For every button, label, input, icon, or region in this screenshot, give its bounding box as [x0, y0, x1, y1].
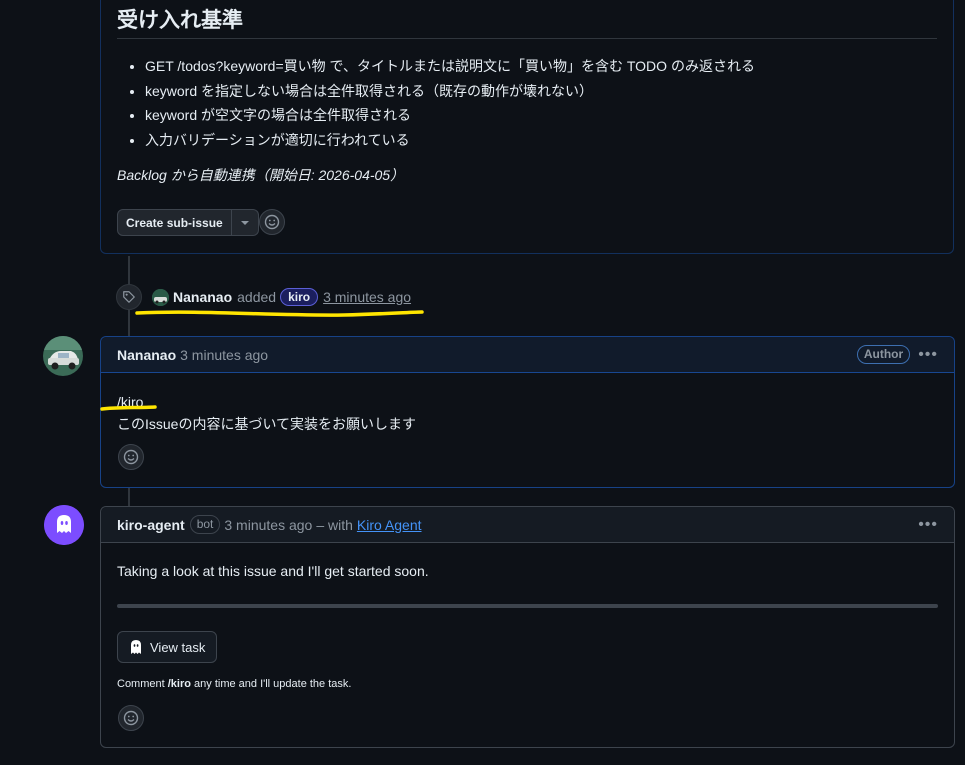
- highlight-stroke: [100, 405, 157, 411]
- kebab-icon[interactable]: •••: [918, 516, 938, 534]
- comment-body: Taking a look at this issue and I'll get…: [117, 563, 429, 579]
- ghost-icon: [44, 505, 84, 545]
- comment-body: このIssueの内容に基づいて実装をお願いします: [117, 416, 417, 432]
- event-action: added: [237, 289, 277, 305]
- backlog-sync-note: Backlog から自動連携（開始日: 2026-04-05）: [117, 167, 405, 183]
- smiley-icon: [264, 214, 280, 230]
- acceptance-criteria-heading: 受け入れ基準: [117, 9, 243, 32]
- timeline-connector: [128, 256, 130, 286]
- comment-timestamp[interactable]: 3 minutes ago: [180, 347, 268, 363]
- note-prefix: Comment: [117, 678, 168, 690]
- list-item: 入力バリデーションが適切に行われている: [145, 128, 755, 153]
- highlight-stroke: [135, 310, 424, 317]
- avatar[interactable]: [44, 505, 84, 545]
- tag-icon: [123, 291, 135, 303]
- comment-header: kiro-agent bot 3 minutes ago – with Kiro…: [101, 507, 954, 543]
- add-reaction-button[interactable]: [118, 444, 144, 470]
- kiro-label[interactable]: kiro: [280, 288, 319, 306]
- heading-rule: [117, 38, 937, 39]
- user-comment-card: Nananao 3 minutes ago Author ••• /kiro こ…: [100, 336, 955, 488]
- create-sub-issue-button[interactable]: Create sub-issue: [117, 209, 232, 236]
- timeline-connector: [128, 488, 130, 506]
- event-user-link[interactable]: Nananao: [173, 289, 232, 305]
- note-suffix: any time and I'll update the task.: [190, 678, 352, 690]
- smiley-icon: [123, 449, 139, 465]
- comment-author[interactable]: Nananao: [117, 347, 176, 363]
- comment-header: Nananao 3 minutes ago Author •••: [101, 337, 954, 373]
- author-badge: Author: [856, 345, 911, 364]
- ghost-icon: [131, 640, 141, 654]
- with-text: – with: [316, 516, 353, 533]
- note-command: /kiro: [167, 678, 191, 690]
- kebab-icon[interactable]: •••: [918, 346, 938, 364]
- create-sub-issue-group: Create sub-issue: [117, 209, 259, 236]
- event-timestamp[interactable]: 3 minutes ago: [323, 289, 411, 305]
- timeline-connector: [128, 310, 130, 337]
- avatar[interactable]: [43, 336, 83, 376]
- smiley-icon: [123, 710, 139, 726]
- kiro-usage-note: Comment /kiro any time and I'll update t…: [117, 678, 351, 690]
- list-item: GET /todos?keyword=買い物 で、タイトルまたは説明文に「買い物…: [145, 54, 755, 79]
- add-reaction-button[interactable]: [259, 209, 285, 235]
- progress-divider: [117, 604, 938, 608]
- bot-badge: bot: [189, 515, 221, 534]
- issue-description-card: 受け入れ基準 GET /todos?keyword=買い物 で、タイトルまたは説…: [100, 0, 954, 254]
- create-sub-issue-dropdown[interactable]: [231, 209, 259, 236]
- view-task-button[interactable]: View task: [117, 631, 218, 663]
- list-item: keyword を指定しない場合は全件取得される（既存の動作が壊れない）: [145, 79, 755, 104]
- view-task-label: View task: [150, 639, 206, 655]
- triangle-down-icon: [240, 220, 249, 225]
- list-item: keyword が空文字の場合は全件取得される: [145, 103, 755, 128]
- comment-author[interactable]: kiro-agent: [117, 517, 185, 533]
- comment-timestamp[interactable]: 3 minutes ago: [224, 517, 312, 533]
- avatar[interactable]: [152, 288, 169, 306]
- kiro-agent-link[interactable]: Kiro Agent: [357, 517, 422, 533]
- criteria-list: GET /todos?keyword=買い物 で、タイトルまたは説明文に「買い物…: [117, 54, 755, 152]
- bot-comment-card: kiro-agent bot 3 minutes ago – with Kiro…: [100, 506, 955, 748]
- add-reaction-button[interactable]: [118, 705, 144, 731]
